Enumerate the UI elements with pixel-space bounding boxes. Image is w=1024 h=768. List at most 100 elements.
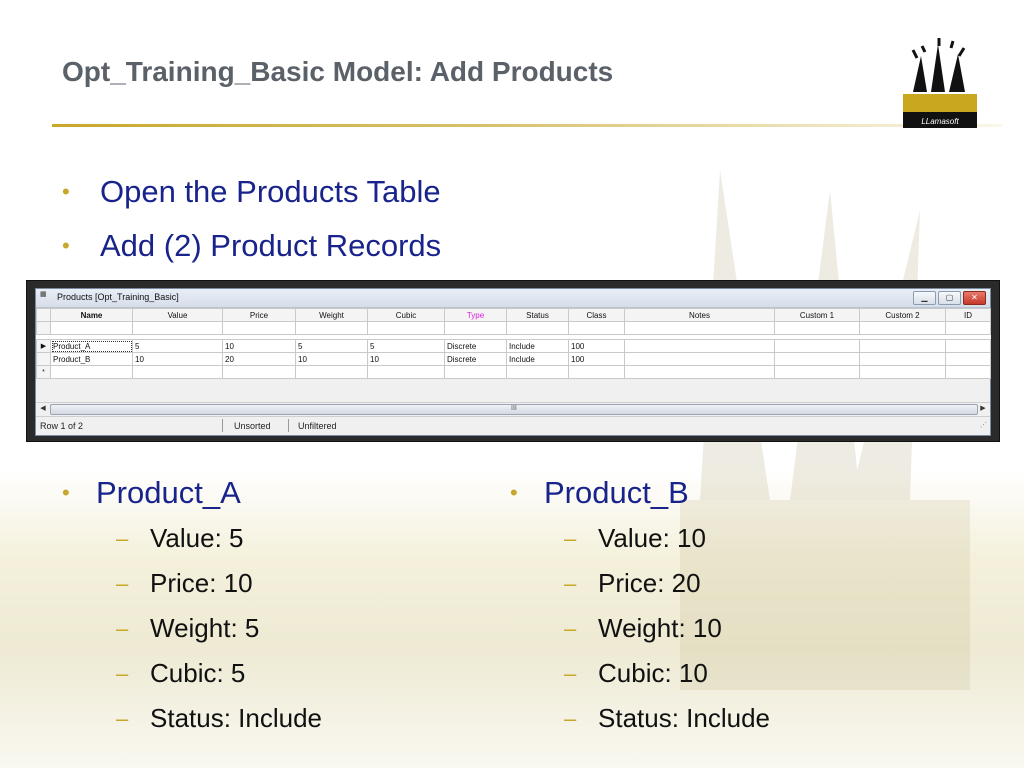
title-divider	[52, 124, 1002, 127]
table-cell[interactable]	[945, 352, 991, 366]
column-header-custom1[interactable]: Custom 1	[774, 308, 860, 322]
table-cell[interactable]: 100	[568, 352, 625, 366]
table-cell[interactable]	[774, 365, 860, 379]
filter-cell[interactable]	[859, 321, 946, 335]
table-cell[interactable]	[624, 339, 775, 353]
table-cell[interactable]	[50, 365, 133, 379]
table-cell[interactable]	[859, 339, 946, 353]
table-cell[interactable]: 5	[132, 339, 223, 353]
table-cell[interactable]	[367, 365, 445, 379]
filter-cell[interactable]	[132, 321, 223, 335]
filter-cell[interactable]	[222, 321, 296, 335]
scroll-right-icon[interactable]: ▶	[978, 404, 988, 414]
dash-marker: –	[116, 570, 129, 596]
table-cell[interactable]: 10	[367, 352, 445, 366]
table-cell[interactable]: 20	[222, 352, 296, 366]
scroll-left-icon[interactable]: ◀	[38, 404, 48, 414]
bullet-item: • Add (2) Product Records	[62, 219, 441, 273]
detail-item: – Price: 10	[62, 561, 322, 606]
filter-cell[interactable]	[444, 321, 507, 335]
table-cell[interactable]: 10	[295, 352, 368, 366]
table-cell[interactable]	[295, 365, 368, 379]
detail-item: – Cubic: 5	[62, 651, 322, 696]
column-header-status[interactable]: Status	[506, 308, 569, 322]
filter-cell[interactable]	[945, 321, 991, 335]
table-cell[interactable]: 5	[295, 339, 368, 353]
scroll-grip-icon: III	[511, 405, 517, 412]
detail-text: Status: Include	[598, 703, 770, 733]
bullet-text: Open the Products Table	[100, 174, 441, 209]
column-header-class[interactable]: Class	[568, 308, 625, 322]
scroll-thumb[interactable]: III	[50, 404, 978, 415]
horizontal-scrollbar[interactable]: ◀ III ▶	[36, 402, 990, 415]
filter-cell[interactable]	[367, 321, 445, 335]
resize-grip-icon[interactable]: ⋰	[980, 421, 987, 429]
table-cell[interactable]	[568, 365, 625, 379]
current-row-icon[interactable]: ▶	[36, 339, 51, 353]
detail-text: Price: 10	[150, 568, 253, 598]
column-header-type[interactable]: Type	[444, 308, 507, 322]
table-cell[interactable]: Product_A	[50, 339, 133, 353]
bullet-item: • Open the Products Table	[62, 165, 441, 219]
table-cell[interactable]	[624, 352, 775, 366]
column-header-weight[interactable]: Weight	[295, 308, 368, 322]
dash-marker: –	[116, 525, 129, 551]
column-header-name[interactable]: Name	[50, 308, 133, 322]
column-header-custom2[interactable]: Custom 2	[859, 308, 946, 322]
table-cell[interactable]	[774, 352, 860, 366]
window-title-bar[interactable]: ▦ Products [Opt_Training_Basic] ▁ ▢ ✕	[36, 289, 990, 308]
restore-icon[interactable]: ▢	[938, 291, 961, 305]
bullet-marker: •	[62, 233, 70, 258]
bullet-marker: •	[510, 480, 518, 505]
table-cell[interactable]: 100	[568, 339, 625, 353]
llamasoft-logo: LLamasoft	[903, 38, 977, 128]
product-name: Product_A	[96, 475, 241, 510]
table-cell[interactable]	[506, 365, 569, 379]
table-cell[interactable]	[945, 365, 991, 379]
slide-title: Opt_Training_Basic Model: Add Products	[62, 56, 614, 87]
table-cell[interactable]: Discrete	[444, 339, 507, 353]
column-header-notes[interactable]: Notes	[624, 308, 775, 322]
filter-cell[interactable]	[50, 321, 133, 335]
table-cell[interactable]: 10	[222, 339, 296, 353]
dash-marker: –	[564, 705, 577, 731]
filter-cell[interactable]	[624, 321, 775, 335]
table-cell[interactable]	[444, 365, 507, 379]
table-cell[interactable]	[624, 365, 775, 379]
new-row-icon[interactable]: *	[36, 365, 51, 379]
row-selector[interactable]	[36, 352, 51, 366]
column-header-cubic[interactable]: Cubic	[367, 308, 445, 322]
table-cell[interactable]	[945, 339, 991, 353]
column-header-price[interactable]: Price	[222, 308, 296, 322]
row-selector-header	[36, 308, 51, 322]
filter-cell[interactable]	[506, 321, 569, 335]
record-counter: Row 1 of 2	[40, 421, 84, 431]
table-cell[interactable]: 5	[367, 339, 445, 353]
minimize-icon[interactable]: ▁	[913, 291, 936, 305]
intro-bullets: • Open the Products Table • Add (2) Prod…	[62, 165, 441, 273]
new-record-row[interactable]: *	[36, 365, 991, 379]
filter-cell[interactable]	[568, 321, 625, 335]
detail-item: – Status: Include	[62, 696, 322, 741]
table-cell[interactable]: Discrete	[444, 352, 507, 366]
column-header-id[interactable]: ID	[945, 308, 991, 322]
product-name: Product_B	[544, 475, 689, 510]
column-header-value[interactable]: Value	[132, 308, 223, 322]
filter-cell[interactable]	[774, 321, 860, 335]
bullet-marker: •	[62, 480, 70, 505]
table-cell[interactable]: Include	[506, 339, 569, 353]
table-cell[interactable]: Product_B	[50, 352, 133, 366]
table-cell[interactable]	[859, 352, 946, 366]
table-row[interactable]: ▶ Product_A 5 10 5 5 Discrete Include 10…	[36, 339, 991, 353]
close-icon[interactable]: ✕	[963, 291, 986, 305]
filter-cell[interactable]	[295, 321, 368, 335]
table-cell[interactable]: Include	[506, 352, 569, 366]
table-cell[interactable]	[774, 339, 860, 353]
sort-status: Unsorted	[234, 421, 271, 431]
table-cell[interactable]	[132, 365, 223, 379]
table-cell[interactable]	[859, 365, 946, 379]
table-cell[interactable]	[222, 365, 296, 379]
table-cell[interactable]: 10	[132, 352, 223, 366]
products-window-frame: ▦ Products [Opt_Training_Basic] ▁ ▢ ✕ Na…	[26, 280, 1000, 442]
table-row[interactable]: Product_B 10 20 10 10 Discrete Include 1…	[36, 352, 991, 366]
